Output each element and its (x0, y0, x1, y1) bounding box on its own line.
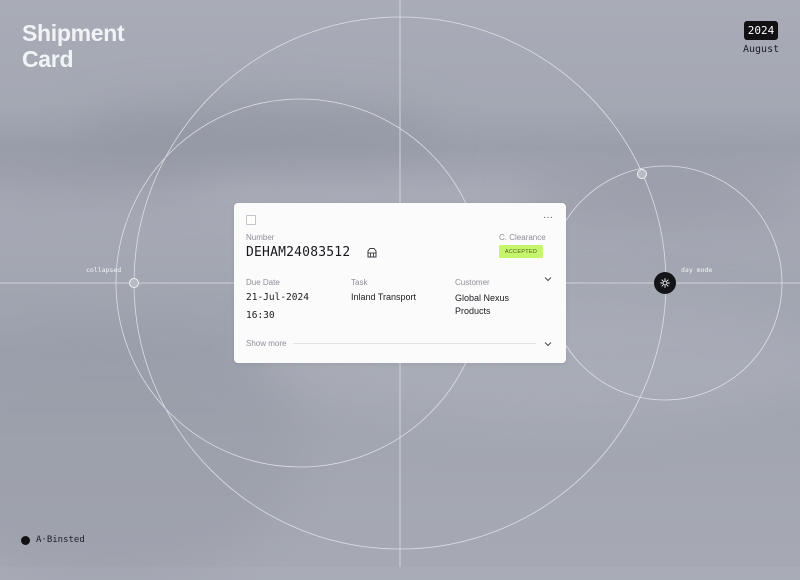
due-date-value: 21-Jul-2024 (246, 292, 309, 303)
chevron-down-icon[interactable] (543, 339, 553, 349)
day-mode-label: day mode (681, 266, 713, 274)
task-value: Inland Transport (351, 292, 417, 302)
clearance-label: C. Clearance (499, 233, 546, 242)
collapsed-label: collapsed (86, 266, 122, 274)
due-time-value: 16:30 (246, 310, 275, 321)
orbit-node (637, 169, 647, 179)
due-date-label: Due Date (246, 278, 280, 287)
task-label: Task (351, 278, 368, 287)
author-credit: A·Binsted (21, 535, 85, 545)
shipment-number: DEHAM24083512 (246, 245, 351, 260)
clearance-status-badge: ACCEPTED (499, 245, 543, 258)
theme-toggle-button[interactable] (654, 272, 676, 294)
more-icon[interactable]: ··· (543, 213, 553, 223)
author-name: A·Binsted (36, 535, 85, 545)
sun-icon (660, 278, 670, 288)
number-label: Number (246, 233, 275, 242)
title-line-1: Shipment (22, 20, 125, 46)
customer-label: Customer (455, 278, 490, 287)
page-title: Shipment Card (22, 20, 125, 72)
author-dot-icon (21, 535, 30, 545)
chevron-down-icon[interactable] (543, 274, 553, 284)
shipment-card: ··· Number C. Clearance DEHAM24083512 AC… (234, 203, 566, 363)
collapsed-node (129, 278, 139, 288)
divider (293, 343, 536, 344)
title-line-2: Card (22, 46, 74, 72)
month-label: August (743, 44, 780, 55)
year-badge[interactable]: 2024 (744, 21, 778, 40)
customer-value: Global Nexus Products (455, 293, 510, 316)
show-more-link[interactable]: Show more (246, 339, 286, 348)
select-checkbox[interactable] (246, 215, 256, 225)
container-icon (367, 248, 377, 258)
